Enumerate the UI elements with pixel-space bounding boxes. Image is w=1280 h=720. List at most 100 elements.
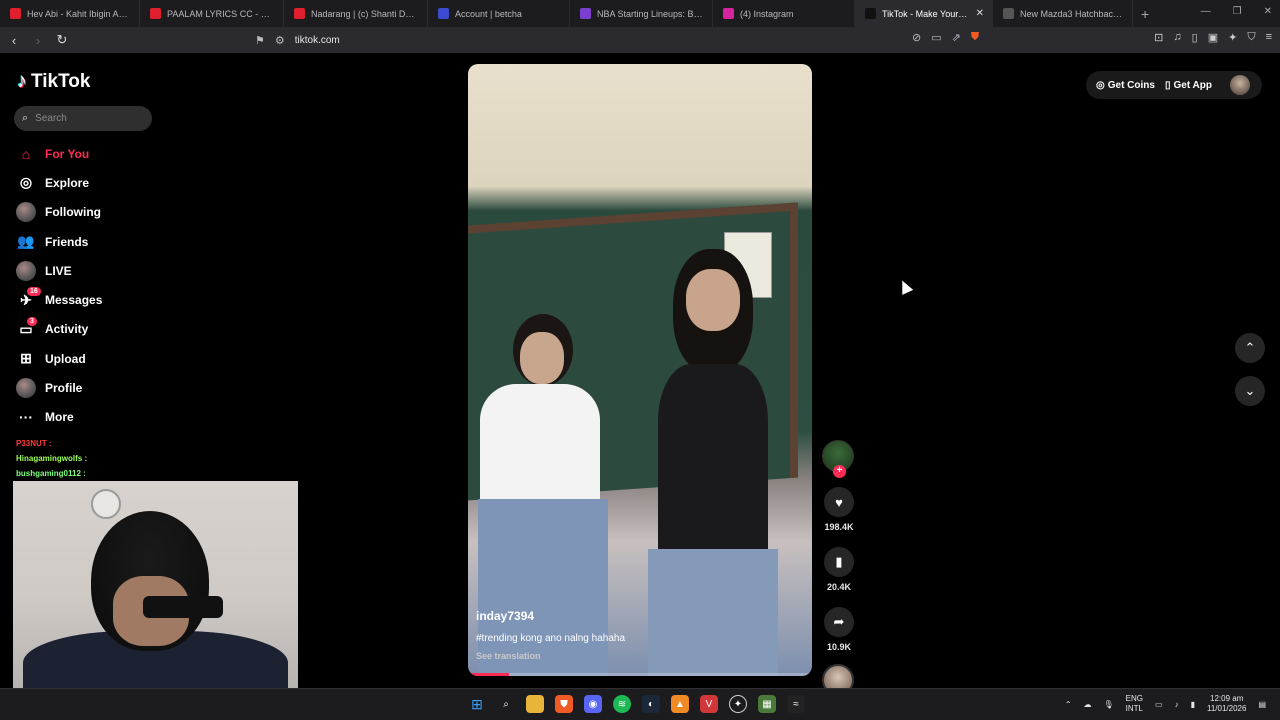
battery-icon[interactable]: ▮: [1191, 700, 1195, 709]
browser-tab[interactable]: New Mazda3 Hatchback | Own: [993, 0, 1133, 27]
sidebar-item-label: Messages: [45, 293, 103, 308]
file-explorer-icon[interactable]: [526, 695, 544, 713]
new-tab-icon[interactable]: +: [1141, 6, 1149, 22]
share-action[interactable]: ➦ 10.9K: [822, 607, 856, 652]
minimize-icon[interactable]: —: [1201, 6, 1211, 17]
sidebar-item-more[interactable]: ··· More: [16, 403, 216, 432]
save-action[interactable]: ▮ 20.4K: [822, 547, 856, 592]
wallet-icon[interactable]: ▣: [1208, 31, 1218, 44]
url-text: tiktok.com: [294, 34, 340, 46]
sidebar-item-live[interactable]: LIVE: [16, 256, 216, 285]
leo-ai-icon[interactable]: ✦: [1228, 31, 1237, 44]
wifi-icon[interactable]: ▭: [1155, 700, 1163, 709]
reload-icon[interactable]: ↻: [52, 30, 72, 50]
riot-icon[interactable]: ✦: [729, 695, 747, 713]
bookmark-icon[interactable]: ▮: [824, 547, 854, 577]
language-indicator[interactable]: ENG INTL: [1126, 694, 1143, 714]
share-icon[interactable]: ⇗: [952, 31, 961, 44]
windows-start-icon[interactable]: ⊞: [468, 695, 486, 713]
media-icon[interactable]: ♫: [1173, 31, 1181, 44]
site-info-icon[interactable]: ⚙: [275, 34, 285, 47]
clock-date: 11/01/2026: [1206, 704, 1247, 713]
video-caption[interactable]: #trending kong ano nalng hahaha: [476, 633, 625, 644]
video-progress-bar[interactable]: [468, 673, 812, 676]
like-action[interactable]: ♥ 198.4K: [822, 487, 856, 532]
search-input[interactable]: ⌕ Search: [14, 106, 152, 131]
vlc-icon[interactable]: ▲: [671, 695, 689, 713]
lang-bottom: INTL: [1125, 704, 1144, 713]
browser-tab[interactable]: Hev Abi - Kahit Ibigin Ako Mal: [0, 0, 140, 27]
youtube-icon: [10, 8, 21, 19]
browser-toolbar: ‹ › ↻ ⚑ ⚙ tiktok.com ⊘ ▭ ⇗ ⛊ ⊡ ♫ ▯ ▣ ✦ ⛉…: [0, 27, 1280, 53]
sidebar-item-activity[interactable]: ▭ 3 Activity: [16, 315, 216, 344]
volume-icon[interactable]: ♪: [1175, 700, 1179, 709]
notification-badge: 3: [27, 316, 37, 326]
mic-tray-icon[interactable]: 🎙: [1104, 700, 1114, 709]
video-player[interactable]: inday7394 #trending kong ano nalng hahah…: [468, 64, 812, 676]
user-avatar[interactable]: [1230, 75, 1250, 95]
friends-icon: 👥: [17, 233, 35, 250]
tray-overflow-icon[interactable]: ⌃: [1065, 700, 1072, 709]
menu-icon[interactable]: ≡: [1266, 31, 1272, 44]
sidebar-item-label: Following: [45, 205, 101, 220]
sidebar-item-following[interactable]: Following: [16, 198, 216, 227]
previous-video-button[interactable]: ⌃: [1235, 333, 1265, 363]
browser-tab[interactable]: Nadarang | (c) Shanti Dope | #: [284, 0, 428, 27]
home-icon: ⌂: [21, 145, 31, 162]
follow-plus-icon[interactable]: +: [833, 465, 846, 478]
brave-icon[interactable]: ⛊: [555, 695, 573, 713]
taskbar-apps: ⊞ ⌕ ⛊ ◉ ≋ ◐ ▲ V ✦ ▦ ≈: [468, 695, 805, 713]
steam-icon[interactable]: ◐: [642, 695, 660, 713]
bookmark-icon[interactable]: ⚑: [255, 34, 265, 47]
sidebar-icon[interactable]: ▯: [1192, 31, 1198, 44]
game-icon[interactable]: ▦: [758, 695, 776, 713]
search-icon[interactable]: ⌕: [497, 695, 515, 713]
coin-icon: ◎: [1096, 79, 1105, 91]
creator-avatar[interactable]: +: [822, 440, 854, 478]
tiktok-note-icon: ♪: [17, 70, 27, 92]
sidebar-item-upload[interactable]: ⊞ Upload: [16, 344, 216, 373]
browser-tab[interactable]: Account | betcha: [428, 0, 570, 27]
restore-icon[interactable]: ❐: [1233, 6, 1242, 17]
window-controls: — ❐ ✕: [1201, 6, 1272, 17]
see-translation-link[interactable]: See translation: [476, 651, 541, 661]
back-icon[interactable]: ‹: [4, 30, 24, 50]
tiktok-logo[interactable]: ♪ TikTok: [17, 70, 90, 93]
get-coins-button[interactable]: ◎ Get Coins: [1096, 80, 1155, 91]
get-app-button[interactable]: ▯ Get App: [1165, 80, 1212, 91]
vpn-icon[interactable]: ⛉: [1247, 31, 1255, 44]
wall-clock: [91, 489, 121, 519]
address-bar[interactable]: ⚑ ⚙ tiktok.com: [255, 30, 1005, 50]
browser-tab[interactable]: (4) Instagram: [713, 0, 855, 27]
sidebar-item-for-you[interactable]: ⌂ For You: [16, 139, 216, 168]
forward-icon[interactable]: ›: [28, 30, 48, 50]
sidebar-item-profile[interactable]: Profile: [16, 373, 216, 402]
system-clock[interactable]: 12:09 am 11/01/2026: [1207, 694, 1246, 714]
cast-icon[interactable]: ▭: [931, 31, 941, 44]
notification-icon[interactable]: ▤: [1258, 700, 1266, 709]
tab-search-icon[interactable]: ⊡: [1154, 31, 1163, 44]
browser-tab[interactable]: TikTok - Make Your Day ✕: [855, 0, 993, 27]
browser-tab[interactable]: PAALAM LYRICS CC - Future Th: [140, 0, 284, 27]
close-tab-icon[interactable]: ✕: [976, 8, 984, 19]
heart-icon[interactable]: ♥: [824, 487, 854, 517]
browser-tab[interactable]: NBA Starting Lineups: Basketb: [570, 0, 713, 27]
sidebar-item-friends[interactable]: 👥 Friends: [16, 227, 216, 256]
sidebar-nav: ⌂ For You ◎ Explore Following 👥 Friends LIVE ✈ 16…: [16, 139, 216, 432]
share-arrow-icon[interactable]: ➦: [824, 607, 854, 637]
video-author[interactable]: inday7394: [476, 609, 534, 623]
close-window-icon[interactable]: ✕: [1264, 6, 1272, 17]
sidebar-item-explore[interactable]: ◎ Explore: [16, 168, 216, 197]
valorant-icon[interactable]: V: [700, 695, 718, 713]
spotify-icon[interactable]: ≋: [613, 695, 631, 713]
network-tray-icon[interactable]: ☁: [1084, 700, 1092, 709]
tab-title: Account | betcha: [455, 8, 522, 19]
no-audio-icon[interactable]: ⊘: [912, 31, 921, 44]
terminal-icon[interactable]: ≈: [787, 695, 805, 713]
sidebar-item-label: Upload: [45, 351, 86, 366]
next-video-button[interactable]: ⌄: [1235, 376, 1265, 406]
sidebar-item-messages[interactable]: ✈ 16 Messages: [16, 285, 216, 314]
discord-icon[interactable]: ◉: [584, 695, 602, 713]
get-app-label: Get App: [1173, 79, 1212, 91]
brave-shields-icon[interactable]: ⛊: [971, 31, 979, 44]
